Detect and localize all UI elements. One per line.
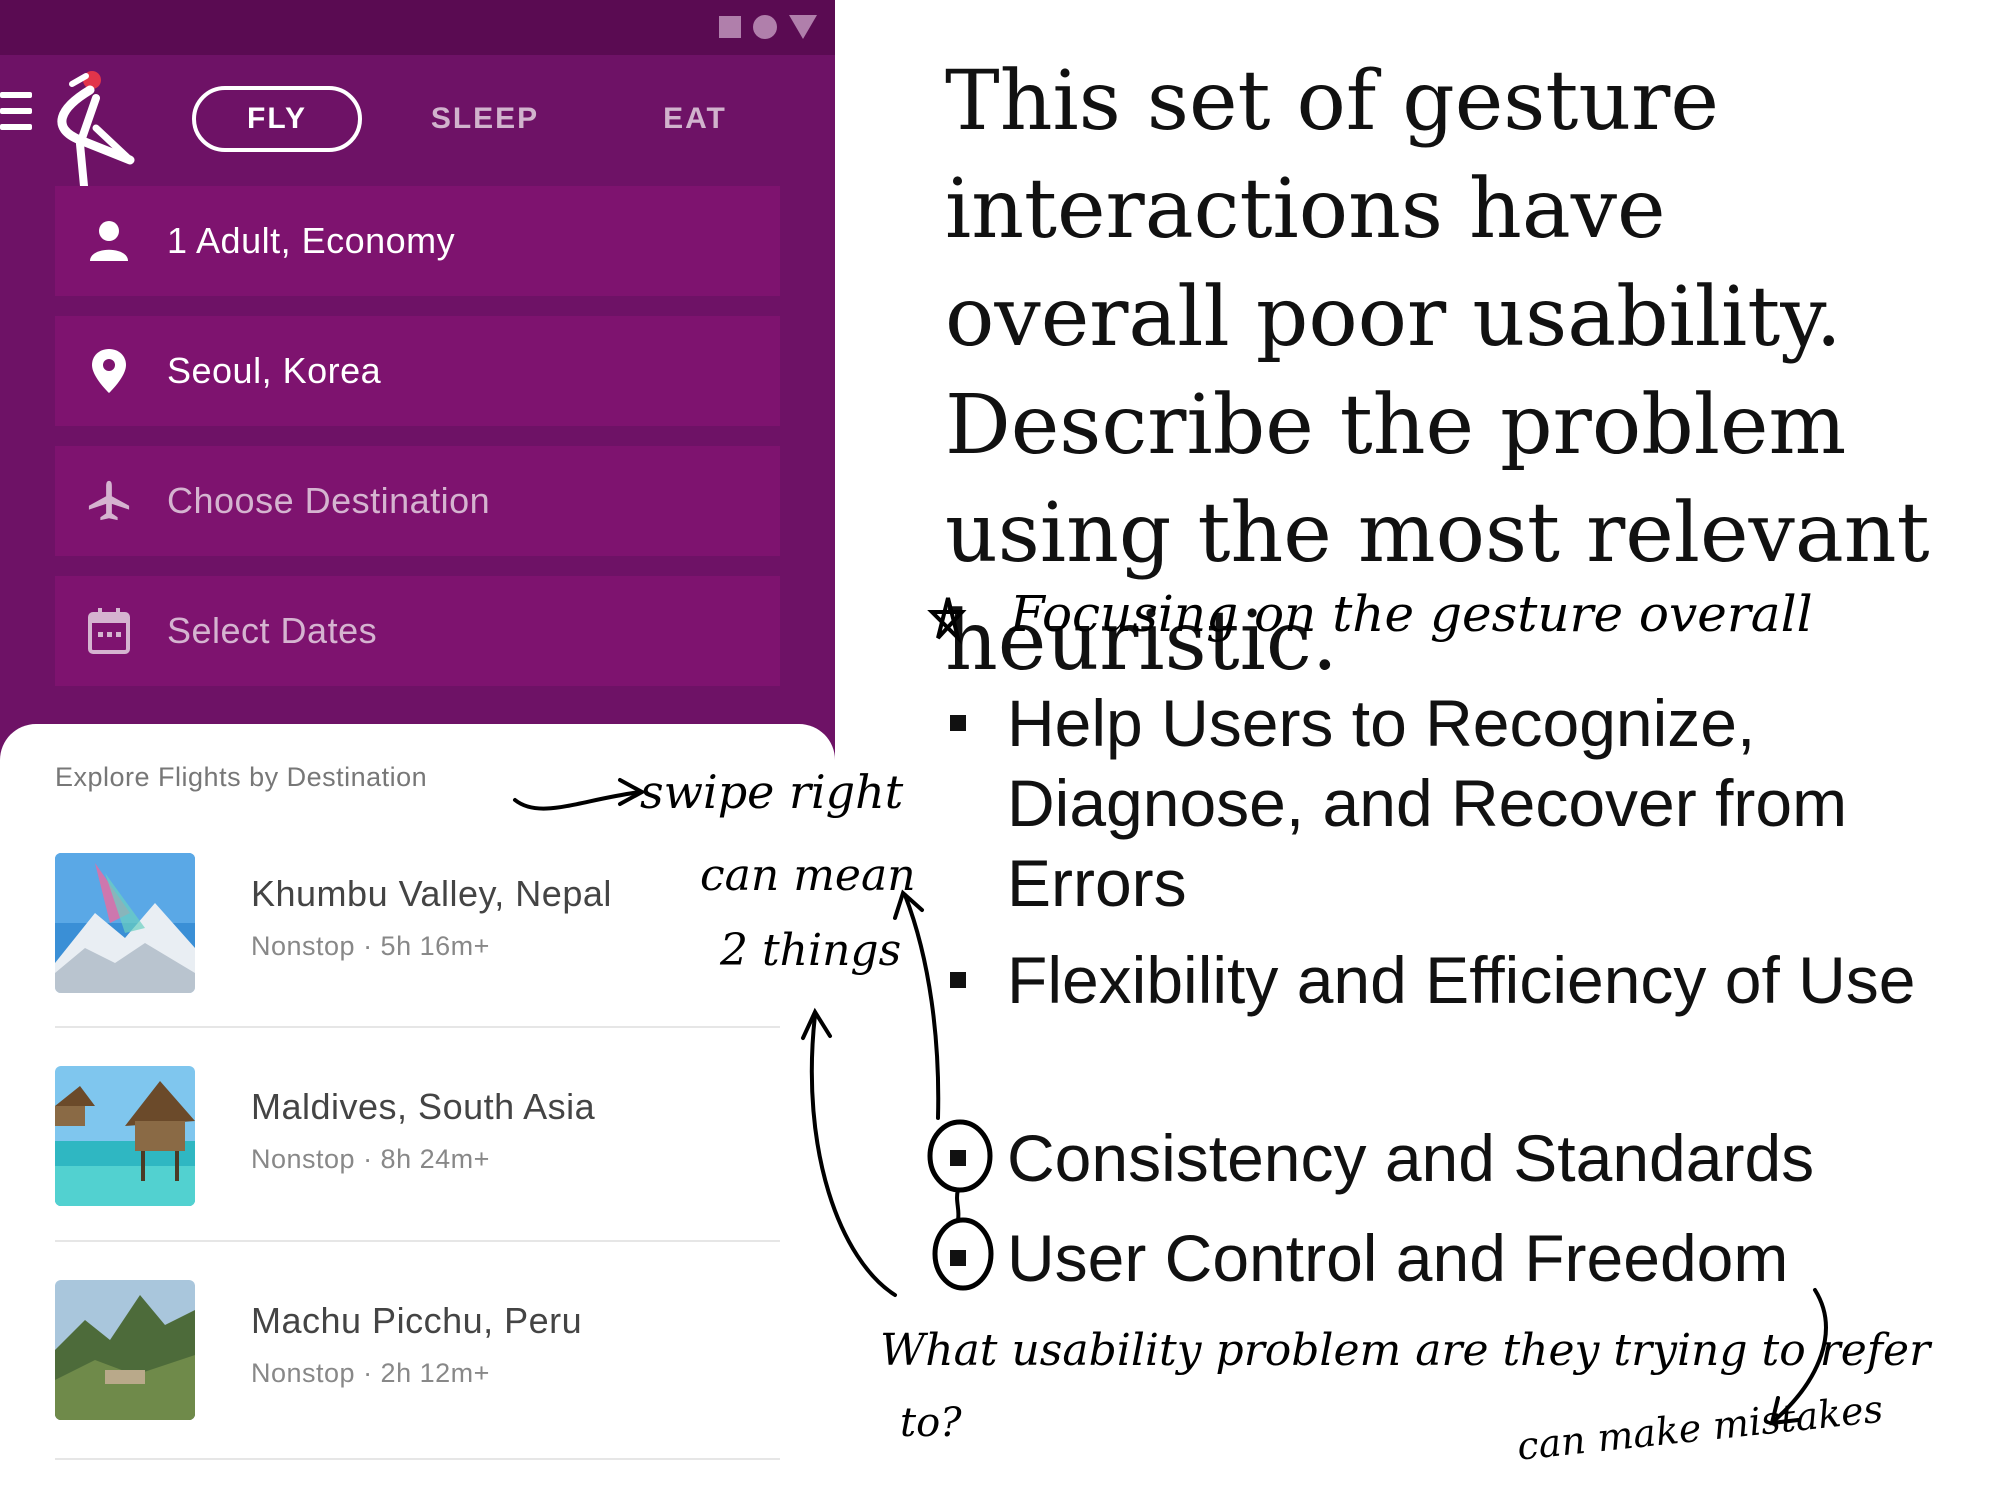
destination-item-maldives[interactable]: Maldives, South Asia Nonstop · 8h 24m+ <box>55 1066 780 1280</box>
destination-name: Khumbu Valley, Nepal <box>251 873 612 914</box>
bullet-square-icon <box>950 1150 966 1166</box>
crane-logo <box>57 71 135 188</box>
destination-detail: Nonstop · 2h 12m+ <box>251 1358 490 1388</box>
location-pin-icon <box>87 349 131 393</box>
status-bar <box>0 0 835 55</box>
passengers-field[interactable]: 1 Adult, Economy <box>55 186 780 296</box>
dates-field[interactable]: Select Dates <box>55 576 780 686</box>
divider <box>55 1026 780 1028</box>
destination-detail: Nonstop · 5h 16m+ <box>251 931 490 961</box>
destination-name: Machu Picchu, Peru <box>251 1300 583 1341</box>
travel-app-screen: FLY SLEEP EAT 1 Adult, Economy Seoul, Ko… <box>0 0 835 1500</box>
divider <box>55 1458 780 1460</box>
person-icon <box>87 219 131 263</box>
calendar-icon <box>87 608 131 654</box>
maldives-thumbnail <box>55 1066 195 1206</box>
peru-thumbnail <box>55 1280 195 1420</box>
consistency-arrow <box>903 893 941 1120</box>
mistakes-note: can make mistakes <box>1515 1386 1885 1469</box>
destination-item-nepal[interactable]: Khumbu Valley, Nepal Nonstop · 5h 16m+ <box>55 853 780 1067</box>
origin-label: Seoul, Korea <box>167 350 382 391</box>
tab-eat[interactable]: EAT <box>640 86 750 152</box>
bullet-square-icon <box>950 1250 966 1266</box>
usability-question-note-end: to? <box>900 1400 962 1446</box>
tab-sleep[interactable]: SLEEP <box>420 86 550 152</box>
divider <box>55 1240 780 1242</box>
two-things-note: 2 things <box>720 925 902 976</box>
swipe-note: swipe right <box>640 765 904 819</box>
can-mean-note: can mean <box>700 850 916 901</box>
origin-field[interactable]: Seoul, Korea <box>55 316 780 426</box>
bullet-square-icon <box>950 715 966 731</box>
destination-detail: Nonstop · 8h 24m+ <box>251 1144 490 1174</box>
destination-label: Choose Destination <box>167 480 491 521</box>
dates-label: Select Dates <box>167 610 378 651</box>
bullet-square-icon <box>950 972 966 988</box>
nepal-thumbnail <box>55 853 195 993</box>
back-triangle-icon <box>789 15 817 39</box>
home-circle-icon <box>753 15 777 39</box>
destination-name: Maldives, South Asia <box>251 1086 596 1127</box>
explore-title: Explore Flights by Destination <box>55 762 428 792</box>
passengers-label: 1 Adult, Economy <box>167 220 456 261</box>
focus-note: Focusing on the gesture overall <box>1010 585 1813 643</box>
tab-fly[interactable]: FLY <box>192 86 362 152</box>
usability-question-note: What usability problem are they trying t… <box>880 1325 1931 1376</box>
hamburger-menu-icon[interactable] <box>0 92 32 130</box>
stop-icon <box>719 16 741 38</box>
destination-field[interactable]: Choose Destination <box>55 446 780 556</box>
destination-item-peru[interactable]: Machu Picchu, Peru Nonstop · 2h 12m+ <box>55 1280 780 1494</box>
airplane-icon <box>87 479 131 523</box>
